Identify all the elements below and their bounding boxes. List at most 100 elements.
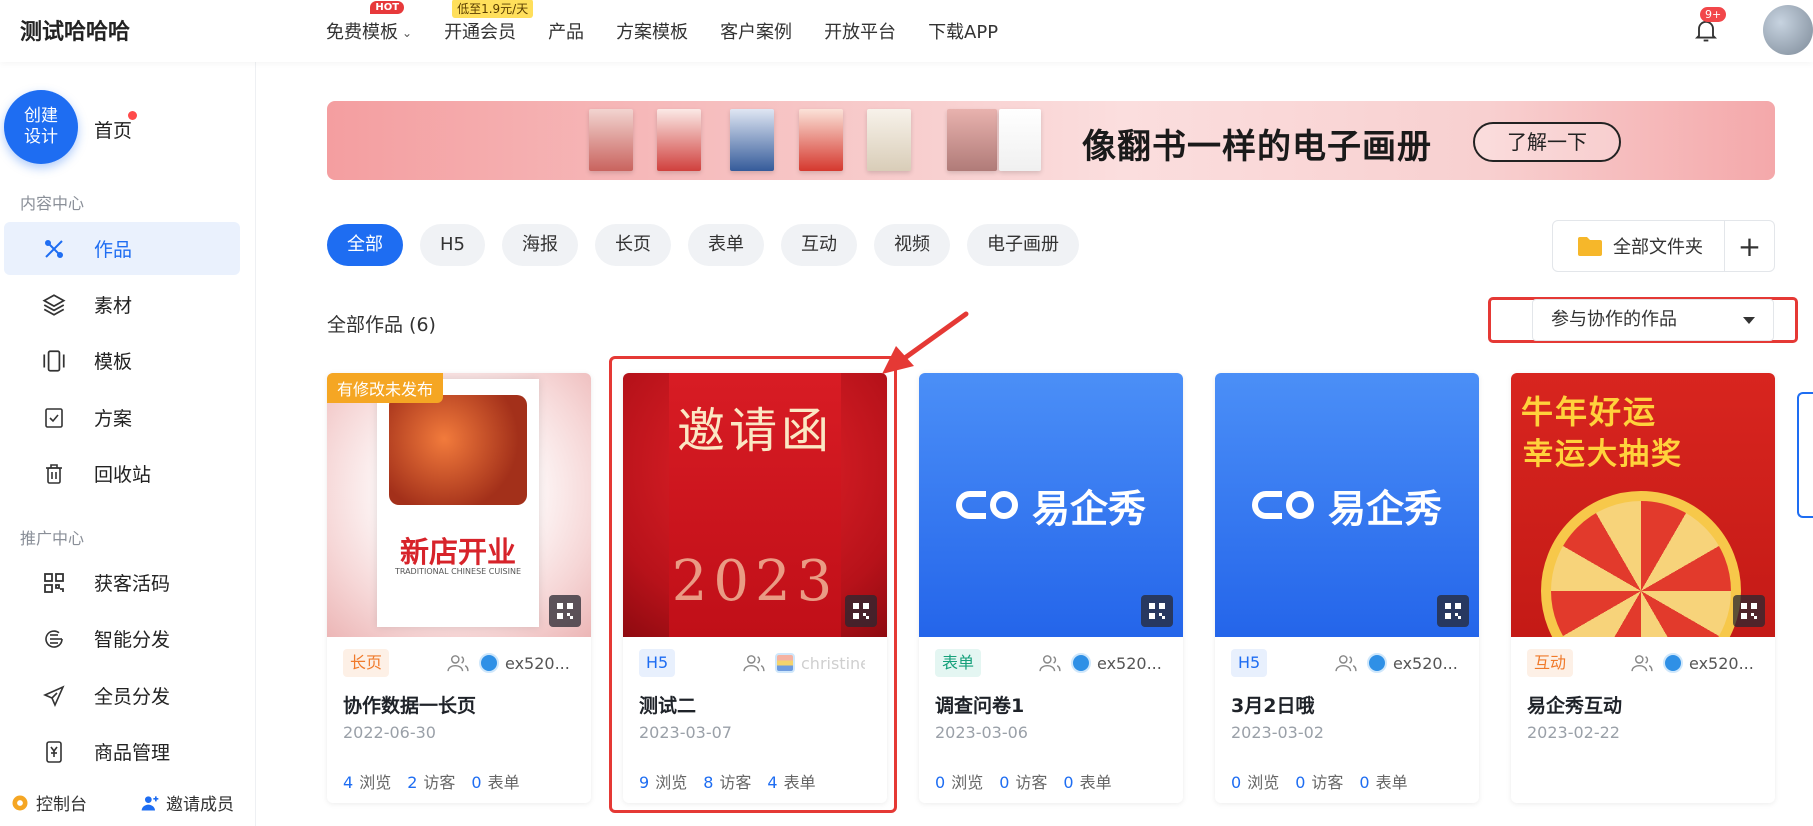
hot-badge: HOT xyxy=(370,1,405,14)
filter-interactive[interactable]: 互动 xyxy=(781,224,857,266)
sidebar-item-product-management[interactable]: 商品管理 xyxy=(4,725,240,778)
work-date: 2022-06-30 xyxy=(343,723,436,742)
stat-forms: 0 表单 xyxy=(1359,769,1407,793)
sidebar-item-label: 作品 xyxy=(94,239,133,261)
work-card[interactable]: 易企秀 H5 ex520... 3月2日哦 2023-03-02 0 浏览 0 访客… xyxy=(1215,373,1479,803)
stat-views: 0 浏览 xyxy=(935,769,983,793)
top-header: 测试哈哈哈 免费模板 ⌄ HOT 低至1.9元/天 开通会员 产品 方案模板 客户… xyxy=(0,0,1813,62)
stat-label: 表单 xyxy=(1079,773,1112,792)
collaborators-icon xyxy=(1335,655,1357,672)
filter-video[interactable]: 视频 xyxy=(874,224,950,266)
notification-count: 9+ xyxy=(1700,7,1727,22)
collaborator-info: ex520... xyxy=(1335,653,1458,673)
sidebar-item-label: 全员分发 xyxy=(94,686,171,708)
collaborators-icon xyxy=(447,655,469,672)
banner-thumb xyxy=(947,109,997,171)
work-card[interactable]: 易企秀 表单 ex520... 调查问卷1 2023-03-06 0 浏览 0 访客… xyxy=(919,373,1183,803)
sidebar-item-templates[interactable]: 模板 xyxy=(4,334,240,387)
work-card[interactable]: 新店开业 TRADITIONAL CHINESE CUISINE 有修改未发布 … xyxy=(327,373,591,803)
sidebar-item-all-staff-distribute[interactable]: 全员分发 xyxy=(4,669,240,722)
work-title[interactable]: 易企秀互动 xyxy=(1527,691,1622,718)
type-tag: 长页 xyxy=(343,649,390,677)
qrcode-icon[interactable] xyxy=(1733,595,1765,627)
sidebar-item-label: 智能分发 xyxy=(94,629,171,651)
sidebar-item-works[interactable]: 作品 xyxy=(4,222,240,275)
qrcode-icon[interactable] xyxy=(549,595,581,627)
nav-download-app[interactable]: 下载APP xyxy=(928,18,998,44)
sidebar-item-home[interactable]: 首页 xyxy=(94,116,132,143)
add-folder-button[interactable]: + xyxy=(1725,221,1774,271)
collaborator-info: ex520... xyxy=(1039,653,1162,673)
sidebar-item-label: 模板 xyxy=(94,351,133,373)
work-date: 2023-03-02 xyxy=(1231,723,1324,742)
stat-label: 访客 xyxy=(1015,773,1048,792)
work-card[interactable]: 牛年好运 幸运大抽奖 互动 ex520... 易企秀互动 2023-02-22 xyxy=(1511,373,1775,803)
work-cover[interactable]: 牛年好运 幸运大抽奖 xyxy=(1511,373,1775,637)
filter-h5[interactable]: H5 xyxy=(420,224,485,266)
invite-label: 邀请成员 xyxy=(166,795,234,815)
type-tag: 表单 xyxy=(935,649,982,677)
create-design-button[interactable]: 创建 设计 xyxy=(4,90,78,164)
stat-forms: 0 表单 xyxy=(1063,769,1111,793)
collaborator-avatar xyxy=(1663,653,1683,673)
sidebar-item-materials[interactable]: 素材 xyxy=(4,278,240,331)
cover-logo-text: 易企秀 xyxy=(1327,486,1442,531)
nav-product[interactable]: 产品 xyxy=(548,18,584,44)
collaboration-filter-select[interactable]: 参与协作的作品 xyxy=(1532,299,1774,341)
template-icon xyxy=(40,347,68,375)
work-cover[interactable]: 易企秀 xyxy=(919,373,1183,637)
promo-banner[interactable]: 像翻书一样的电子画册 了解一下 xyxy=(327,101,1775,180)
sidebar-item-recycle-bin[interactable]: 回收站 xyxy=(4,447,240,500)
nav-solution-templates[interactable]: 方案模板 xyxy=(616,18,688,44)
distribute-icon xyxy=(40,625,68,653)
qrcode-icon[interactable] xyxy=(1141,595,1173,627)
stat-value: 0 xyxy=(1295,773,1306,792)
sidebar-item-solutions[interactable]: 方案 xyxy=(4,391,240,444)
collaborator-info: ex520... xyxy=(1631,653,1754,673)
user-avatar[interactable] xyxy=(1763,5,1813,55)
stat-views: 0 浏览 xyxy=(1231,769,1279,793)
console-link[interactable]: 控制台 xyxy=(10,790,87,815)
banner-thumb xyxy=(730,109,774,171)
stat-value: 0 xyxy=(1359,773,1370,792)
works-icon xyxy=(40,235,68,263)
brand-name[interactable]: 测试哈哈哈 xyxy=(20,14,130,46)
filter-poster[interactable]: 海报 xyxy=(502,224,578,266)
nav-membership[interactable]: 低至1.9元/天 开通会员 xyxy=(444,0,534,44)
layers-icon xyxy=(40,291,68,319)
sidebar-item-smart-distribute[interactable]: 智能分发 xyxy=(4,612,240,665)
banner-thumb xyxy=(999,109,1041,171)
collaborator-info: ex520... xyxy=(447,653,570,673)
collaborator-name: ex520... xyxy=(1393,653,1458,673)
side-panel-tab[interactable] xyxy=(1797,392,1813,518)
nav-free-templates[interactable]: 免费模板 ⌄ HOT xyxy=(326,1,413,44)
add-user-icon xyxy=(141,795,159,810)
filter-e-album[interactable]: 电子画册 xyxy=(967,224,1079,266)
stat-label: 浏览 xyxy=(951,773,984,792)
collaboration-filter-value: 参与协作的作品 xyxy=(1551,309,1677,330)
nav-open-platform[interactable]: 开放平台 xyxy=(824,18,896,44)
price-badge: 低至1.9元/天 xyxy=(452,0,534,18)
filter-long-page[interactable]: 长页 xyxy=(595,224,671,266)
work-cover[interactable]: 新店开业 TRADITIONAL CHINESE CUISINE 有修改未发布 xyxy=(327,373,591,637)
sidebar-item-label: 获客活码 xyxy=(94,573,171,595)
banner-title: 像翻书一样的电子画册 xyxy=(1082,127,1432,167)
work-title[interactable]: 调查问卷1 xyxy=(935,691,1024,718)
sidebar-item-label: 回收站 xyxy=(94,464,152,486)
work-title[interactable]: 3月2日哦 xyxy=(1231,691,1314,718)
qrcode-icon[interactable] xyxy=(1437,595,1469,627)
chevron-down-icon: ⌄ xyxy=(402,26,413,40)
work-title[interactable]: 协作数据一长页 xyxy=(343,691,476,718)
invite-member-link[interactable]: 邀请成员 xyxy=(140,790,234,815)
nav-customer-cases[interactable]: 客户案例 xyxy=(720,18,792,44)
stat-value: 0 xyxy=(1231,773,1242,792)
lottery-wheel xyxy=(1541,491,1741,637)
folder-controls: 全部文件夹 + xyxy=(1552,220,1775,272)
banner-learn-more-button[interactable]: 了解一下 xyxy=(1473,122,1621,162)
sidebar-item-lead-qrcode[interactable]: 获客活码 xyxy=(4,556,240,609)
collaborators-icon xyxy=(1039,655,1061,672)
all-folders-button[interactable]: 全部文件夹 xyxy=(1553,221,1725,271)
work-cover[interactable]: 易企秀 xyxy=(1215,373,1479,637)
filter-form[interactable]: 表单 xyxy=(688,224,764,266)
filter-all[interactable]: 全部 xyxy=(327,224,403,266)
